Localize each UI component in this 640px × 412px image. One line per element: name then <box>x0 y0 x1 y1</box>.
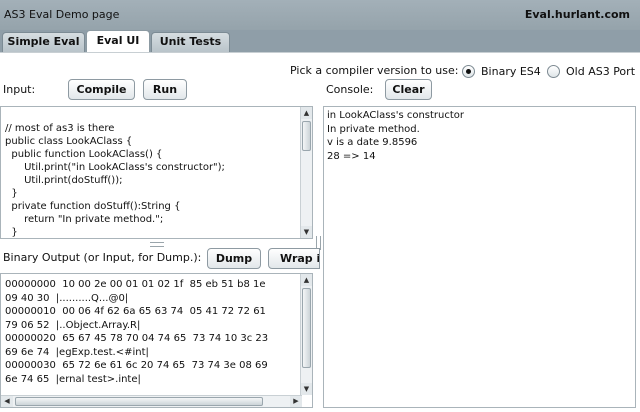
radio-old-as3-port[interactable] <box>547 65 560 78</box>
tab-eval-ui[interactable]: Eval UI <box>86 30 150 52</box>
binary-output-text[interactable]: 00000000 10 00 2e 00 01 01 02 1f 85 eb 5… <box>5 278 268 386</box>
page-title: AS3 Eval Demo page <box>4 8 120 21</box>
tab-unit-tests[interactable]: Unit Tests <box>151 32 230 52</box>
scroll-thumb[interactable] <box>302 288 311 368</box>
compiler-prompt: Pick a compiler version to use: <box>290 64 459 77</box>
run-button[interactable]: Run <box>143 79 187 100</box>
console-label: Console: <box>326 83 374 96</box>
wrap-input-button[interactable]: Wrap i <box>268 248 320 269</box>
code-input[interactable]: // most of as3 is there public class Loo… <box>0 106 313 239</box>
dump-button[interactable]: Dump <box>207 248 261 269</box>
binary-output-label: Binary Output (or Input, for Dump.): <box>3 251 202 264</box>
console-output[interactable]: in LookAClass's constructor In private m… <box>323 106 636 408</box>
radio-old-as3-port-label[interactable]: Old AS3 Port <box>566 65 635 78</box>
scroll-left-icon[interactable]: ◀ <box>1 396 13 407</box>
code-text[interactable]: // most of as3 is there public class Loo… <box>5 122 225 238</box>
scroll-thumb-horizontal[interactable] <box>15 397 263 406</box>
binary-output[interactable]: 00000000 10 00 2e 00 01 01 02 1f 85 eb 5… <box>0 273 313 408</box>
clear-button[interactable]: Clear <box>385 79 432 100</box>
scroll-thumb[interactable] <box>302 121 311 151</box>
compile-button[interactable]: Compile <box>68 79 135 100</box>
horizontal-splitter-grip[interactable] <box>150 242 164 247</box>
code-vertical-scrollbar[interactable]: ▲ ▼ <box>300 107 312 238</box>
scroll-down-icon[interactable]: ▼ <box>301 383 312 395</box>
site-link[interactable]: Eval.hurlant.com <box>525 8 630 21</box>
console-text[interactable]: in LookAClass's constructor In private m… <box>327 109 464 163</box>
radio-binary-es4-label[interactable]: Binary ES4 <box>481 65 541 78</box>
scroll-up-icon[interactable]: ▲ <box>301 107 312 119</box>
scroll-up-icon[interactable]: ▲ <box>301 274 312 286</box>
radio-binary-es4[interactable] <box>462 65 475 78</box>
scroll-down-icon[interactable]: ▼ <box>301 226 312 238</box>
binary-horizontal-scrollbar[interactable]: ◀ ▶ <box>1 395 302 407</box>
tab-simple-eval[interactable]: Simple Eval <box>2 32 85 52</box>
scroll-right-icon[interactable]: ▶ <box>290 396 302 407</box>
header-bar: AS3 Eval Demo page Eval.hurlant.com <box>0 0 640 30</box>
binary-vertical-scrollbar[interactable]: ▲ ▼ <box>300 274 312 395</box>
eval-ui-panel: Pick a compiler version to use: Binary E… <box>0 52 640 412</box>
input-label: Input: <box>3 83 36 96</box>
tab-bar: Simple Eval Eval UI Unit Tests <box>0 30 640 52</box>
